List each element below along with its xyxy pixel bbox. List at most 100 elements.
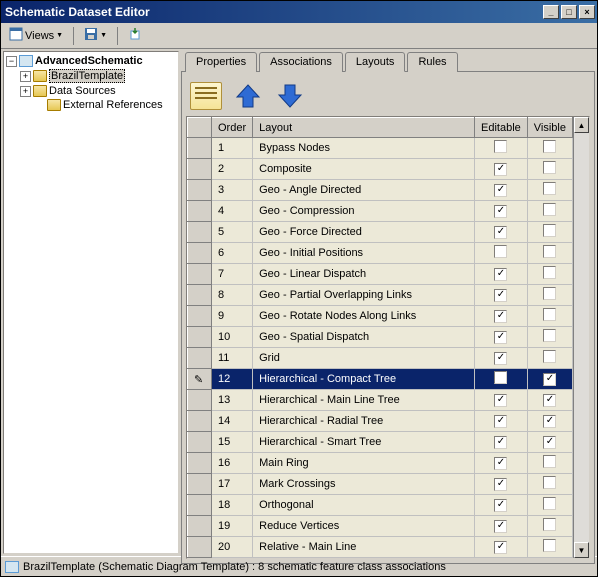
- row-header[interactable]: [188, 222, 212, 243]
- table-row[interactable]: 1Bypass Nodes: [188, 138, 573, 159]
- cell-layout[interactable]: Hierarchical - Radial Tree: [253, 411, 475, 432]
- checkbox[interactable]: [543, 539, 556, 552]
- col-visible[interactable]: Visible: [527, 118, 572, 138]
- cell-visible[interactable]: [527, 180, 572, 201]
- cell-editable[interactable]: ✓: [475, 285, 528, 306]
- cell-visible[interactable]: [527, 453, 572, 474]
- checkbox[interactable]: [494, 371, 507, 384]
- row-header[interactable]: [188, 327, 212, 348]
- checkbox[interactable]: ✓: [494, 226, 507, 239]
- table-row[interactable]: 11Grid✓: [188, 348, 573, 369]
- scrollbar-vertical[interactable]: ▲ ▼: [573, 117, 589, 558]
- row-header[interactable]: [188, 348, 212, 369]
- cell-order[interactable]: 5: [212, 222, 253, 243]
- cell-editable[interactable]: ✓: [475, 159, 528, 180]
- checkbox[interactable]: ✓: [494, 499, 507, 512]
- row-header[interactable]: [188, 411, 212, 432]
- checkbox[interactable]: [543, 224, 556, 237]
- checkbox[interactable]: [543, 497, 556, 510]
- cell-editable[interactable]: [475, 243, 528, 264]
- checkbox[interactable]: ✓: [494, 289, 507, 302]
- cell-visible[interactable]: [527, 285, 572, 306]
- checkbox[interactable]: ✓: [494, 331, 507, 344]
- cell-editable[interactable]: ✓: [475, 201, 528, 222]
- cell-editable[interactable]: ✓: [475, 453, 528, 474]
- cell-editable[interactable]: ✓: [475, 516, 528, 537]
- checkbox[interactable]: [494, 245, 507, 258]
- cell-layout[interactable]: Geo - Partial Overlapping Links: [253, 285, 475, 306]
- table-row[interactable]: ✎12Hierarchical - Compact Tree✓: [188, 369, 573, 390]
- checkbox[interactable]: [543, 476, 556, 489]
- checkbox[interactable]: [543, 182, 556, 195]
- table-row[interactable]: 20Relative - Main Line✓: [188, 537, 573, 558]
- cell-layout[interactable]: Composite: [253, 159, 475, 180]
- checkbox[interactable]: [543, 350, 556, 363]
- cell-order[interactable]: 17: [212, 474, 253, 495]
- cell-visible[interactable]: ✓: [527, 411, 572, 432]
- move-down-button[interactable]: [272, 78, 308, 114]
- scroll-up-button[interactable]: ▲: [574, 117, 589, 133]
- cell-order[interactable]: 4: [212, 201, 253, 222]
- cell-editable[interactable]: ✓: [475, 306, 528, 327]
- col-layout[interactable]: Layout: [253, 118, 475, 138]
- cell-layout[interactable]: Hierarchical - Smart Tree: [253, 432, 475, 453]
- checkbox[interactable]: ✓: [543, 373, 556, 386]
- cell-layout[interactable]: Main Ring: [253, 453, 475, 474]
- row-header[interactable]: [188, 243, 212, 264]
- cell-layout[interactable]: Geo - Compression: [253, 201, 475, 222]
- cell-editable[interactable]: ✓: [475, 348, 528, 369]
- checkbox[interactable]: ✓: [494, 520, 507, 533]
- row-header[interactable]: [188, 180, 212, 201]
- cell-order[interactable]: 20: [212, 537, 253, 558]
- cell-order[interactable]: 2: [212, 159, 253, 180]
- cell-layout[interactable]: Geo - Initial Positions: [253, 243, 475, 264]
- row-header[interactable]: [188, 432, 212, 453]
- table-row[interactable]: 10Geo - Spatial Dispatch✓: [188, 327, 573, 348]
- row-header[interactable]: ✎: [188, 369, 212, 390]
- cell-order[interactable]: 15: [212, 432, 253, 453]
- table-row[interactable]: 14Hierarchical - Radial Tree✓✓: [188, 411, 573, 432]
- col-rowselector[interactable]: [188, 118, 212, 138]
- maximize-button[interactable]: □: [561, 5, 577, 19]
- cell-visible[interactable]: [527, 516, 572, 537]
- table-row[interactable]: 15Hierarchical - Smart Tree✓✓: [188, 432, 573, 453]
- cell-order[interactable]: 12: [212, 369, 253, 390]
- tab-rules[interactable]: Rules: [407, 52, 457, 72]
- cell-visible[interactable]: [527, 327, 572, 348]
- cell-order[interactable]: 11: [212, 348, 253, 369]
- checkbox[interactable]: [543, 140, 556, 153]
- checkbox[interactable]: [543, 455, 556, 468]
- cell-editable[interactable]: ✓: [475, 474, 528, 495]
- checkbox[interactable]: ✓: [543, 394, 556, 407]
- close-button[interactable]: ×: [579, 5, 595, 19]
- checkbox[interactable]: ✓: [494, 415, 507, 428]
- table-row[interactable]: 6Geo - Initial Positions: [188, 243, 573, 264]
- tab-associations[interactable]: Associations: [259, 52, 343, 72]
- cell-visible[interactable]: ✓: [527, 369, 572, 390]
- cell-visible[interactable]: ✓: [527, 432, 572, 453]
- checkbox[interactable]: ✓: [543, 436, 556, 449]
- row-header[interactable]: [188, 306, 212, 327]
- cell-order[interactable]: 6: [212, 243, 253, 264]
- table-row[interactable]: 2Composite✓: [188, 159, 573, 180]
- cell-layout[interactable]: Mark Crossings: [253, 474, 475, 495]
- table-row[interactable]: 18Orthogonal✓: [188, 495, 573, 516]
- cell-layout[interactable]: Geo - Linear Dispatch: [253, 264, 475, 285]
- table-row[interactable]: 7Geo - Linear Dispatch✓: [188, 264, 573, 285]
- minimize-button[interactable]: _: [543, 5, 559, 19]
- table-row[interactable]: 13Hierarchical - Main Line Tree✓✓: [188, 390, 573, 411]
- tab-layouts[interactable]: Layouts: [345, 52, 406, 72]
- cell-editable[interactable]: [475, 369, 528, 390]
- checkbox[interactable]: ✓: [494, 457, 507, 470]
- table-row[interactable]: 17Mark Crossings✓: [188, 474, 573, 495]
- views-menu[interactable]: Views ▼: [5, 25, 67, 46]
- cell-order[interactable]: 16: [212, 453, 253, 474]
- row-header[interactable]: [188, 537, 212, 558]
- cell-editable[interactable]: ✓: [475, 411, 528, 432]
- cell-order[interactable]: 1: [212, 138, 253, 159]
- cell-layout[interactable]: Relative - Main Line: [253, 537, 475, 558]
- tree-item-external[interactable]: External References: [6, 98, 176, 112]
- checkbox[interactable]: ✓: [543, 415, 556, 428]
- row-header[interactable]: [188, 285, 212, 306]
- tree-root[interactable]: − AdvancedSchematic: [6, 54, 176, 68]
